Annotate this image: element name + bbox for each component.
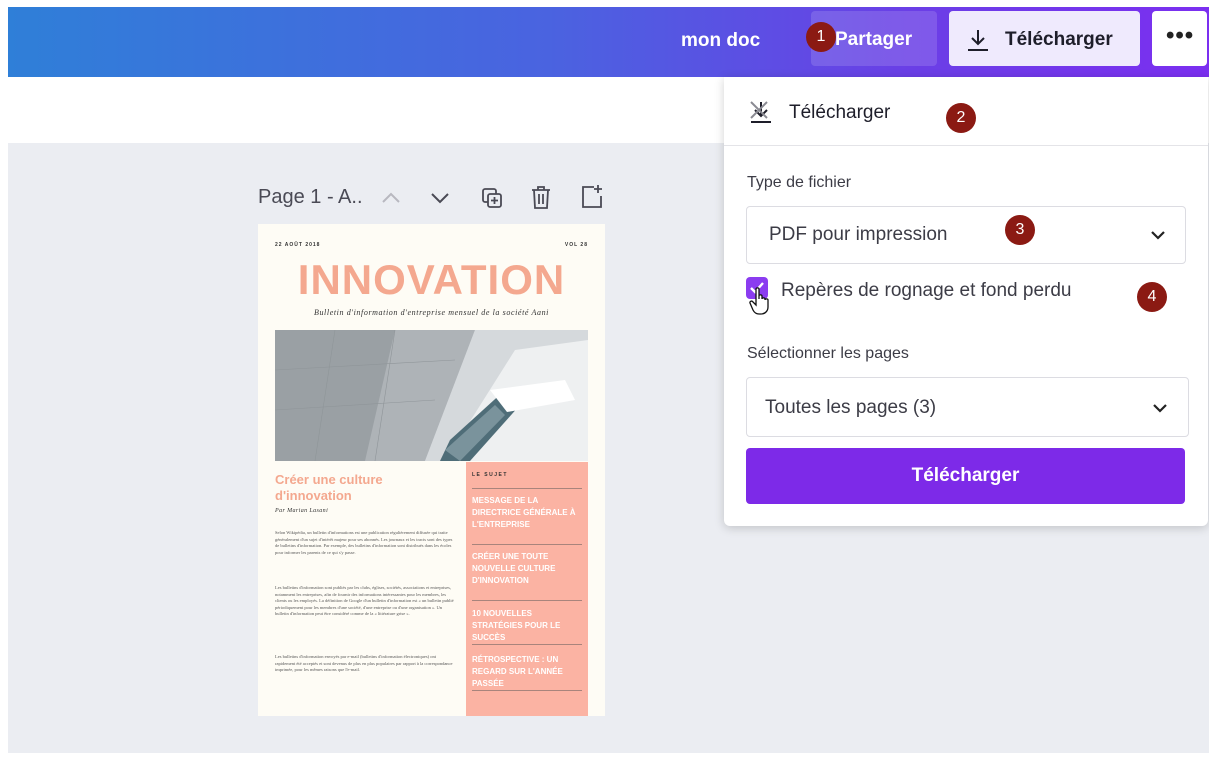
download-button-label: Télécharger	[1005, 29, 1113, 50]
crop-marks-label[interactable]: Repères de rognage et fond perdu	[781, 280, 1072, 302]
doc-body-paragraph: Selon Wikipédia, un bulletin d'informati…	[275, 530, 453, 555]
file-type-value: PDF pour impression	[769, 224, 948, 245]
download-button[interactable]: Télécharger	[949, 11, 1140, 66]
doc-sidebar-item: 10 NOUVELLES STRATÉGIES POUR LE SUCCÈS	[472, 609, 561, 642]
doc-body-paragraph: Les bulletins d'information envoyés par …	[275, 654, 453, 672]
file-type-select[interactable]: PDF pour impression	[746, 206, 1186, 264]
download-submit-label: Télécharger	[911, 465, 1020, 486]
delete-page-icon[interactable]	[530, 185, 552, 211]
close-icon[interactable]	[748, 99, 770, 121]
doc-sidebar-item: RÉTROSPECTIVE : UN REGARD SUR L'ANNÉE PA…	[472, 655, 563, 688]
annotation-badge-1: 1	[806, 22, 836, 52]
divider	[472, 600, 582, 601]
file-type-label: Type de fichier	[747, 174, 852, 191]
chevron-down-icon[interactable]	[429, 190, 451, 206]
annotation-badge-4: 4	[1137, 282, 1167, 312]
document-name[interactable]: mon doc	[681, 30, 760, 52]
divider	[472, 690, 582, 691]
doc-sidebar-item: CRÉER UNE TOUTE NOUVELLE CULTURE D'INNOV…	[472, 552, 556, 585]
hand-cursor-icon	[749, 287, 769, 315]
pages-label: Sélectionner les pages	[747, 345, 909, 362]
building-photo-image	[275, 330, 588, 461]
more-dots-icon: •••	[1166, 22, 1195, 49]
chevron-up-icon[interactable]	[380, 190, 402, 206]
doc-body-paragraph: Les bulletins d'information sont publiés…	[275, 585, 454, 616]
download-submit-button[interactable]: Télécharger	[746, 448, 1185, 504]
doc-byline: Par Marian Lasani	[275, 508, 329, 514]
doc-article-title: Créer une culture d'innovation	[275, 472, 383, 503]
toolbar-area	[8, 77, 724, 143]
add-page-icon[interactable]	[580, 184, 604, 210]
chevron-down-icon	[1153, 404, 1167, 413]
annotation-badge-3: 3	[1005, 215, 1035, 245]
chevron-down-icon	[1151, 231, 1165, 240]
divider	[472, 488, 582, 489]
share-button-label: Partager	[835, 29, 913, 50]
divider	[472, 544, 582, 545]
page-label[interactable]: Page 1 - A..	[258, 186, 363, 209]
doc-date: 22 AOÛT 2018	[275, 242, 321, 248]
more-options-button[interactable]: •••	[1152, 11, 1207, 66]
doc-sidebar-item: MESSAGE DE LA DIRECTRICE GÉNÉRALE À L'EN…	[472, 496, 576, 529]
document-page[interactable]: 22 AOÛT 2018 VOL 28 INNOVATION Bulletin …	[258, 224, 605, 716]
download-icon	[968, 30, 988, 51]
doc-sidebar: LE SUJET MESSAGE DE LA DIRECTRICE GÉNÉRA…	[466, 462, 588, 716]
doc-subtitle: Bulletin d'information d'entreprise mens…	[313, 308, 550, 317]
doc-volume: VOL 28	[564, 242, 588, 248]
doc-photo	[275, 330, 588, 461]
doc-sidebar-heading: LE SUJET	[472, 472, 508, 478]
duplicate-page-icon[interactable]	[480, 186, 504, 210]
divider	[472, 644, 582, 645]
pages-value: Toutes les pages (3)	[765, 397, 937, 418]
annotation-badge-2: 2	[946, 103, 976, 133]
doc-title: INNOVATION	[297, 256, 566, 303]
download-panel-title: Télécharger	[789, 102, 891, 123]
pages-select[interactable]: Toutes les pages (3)	[746, 377, 1189, 437]
